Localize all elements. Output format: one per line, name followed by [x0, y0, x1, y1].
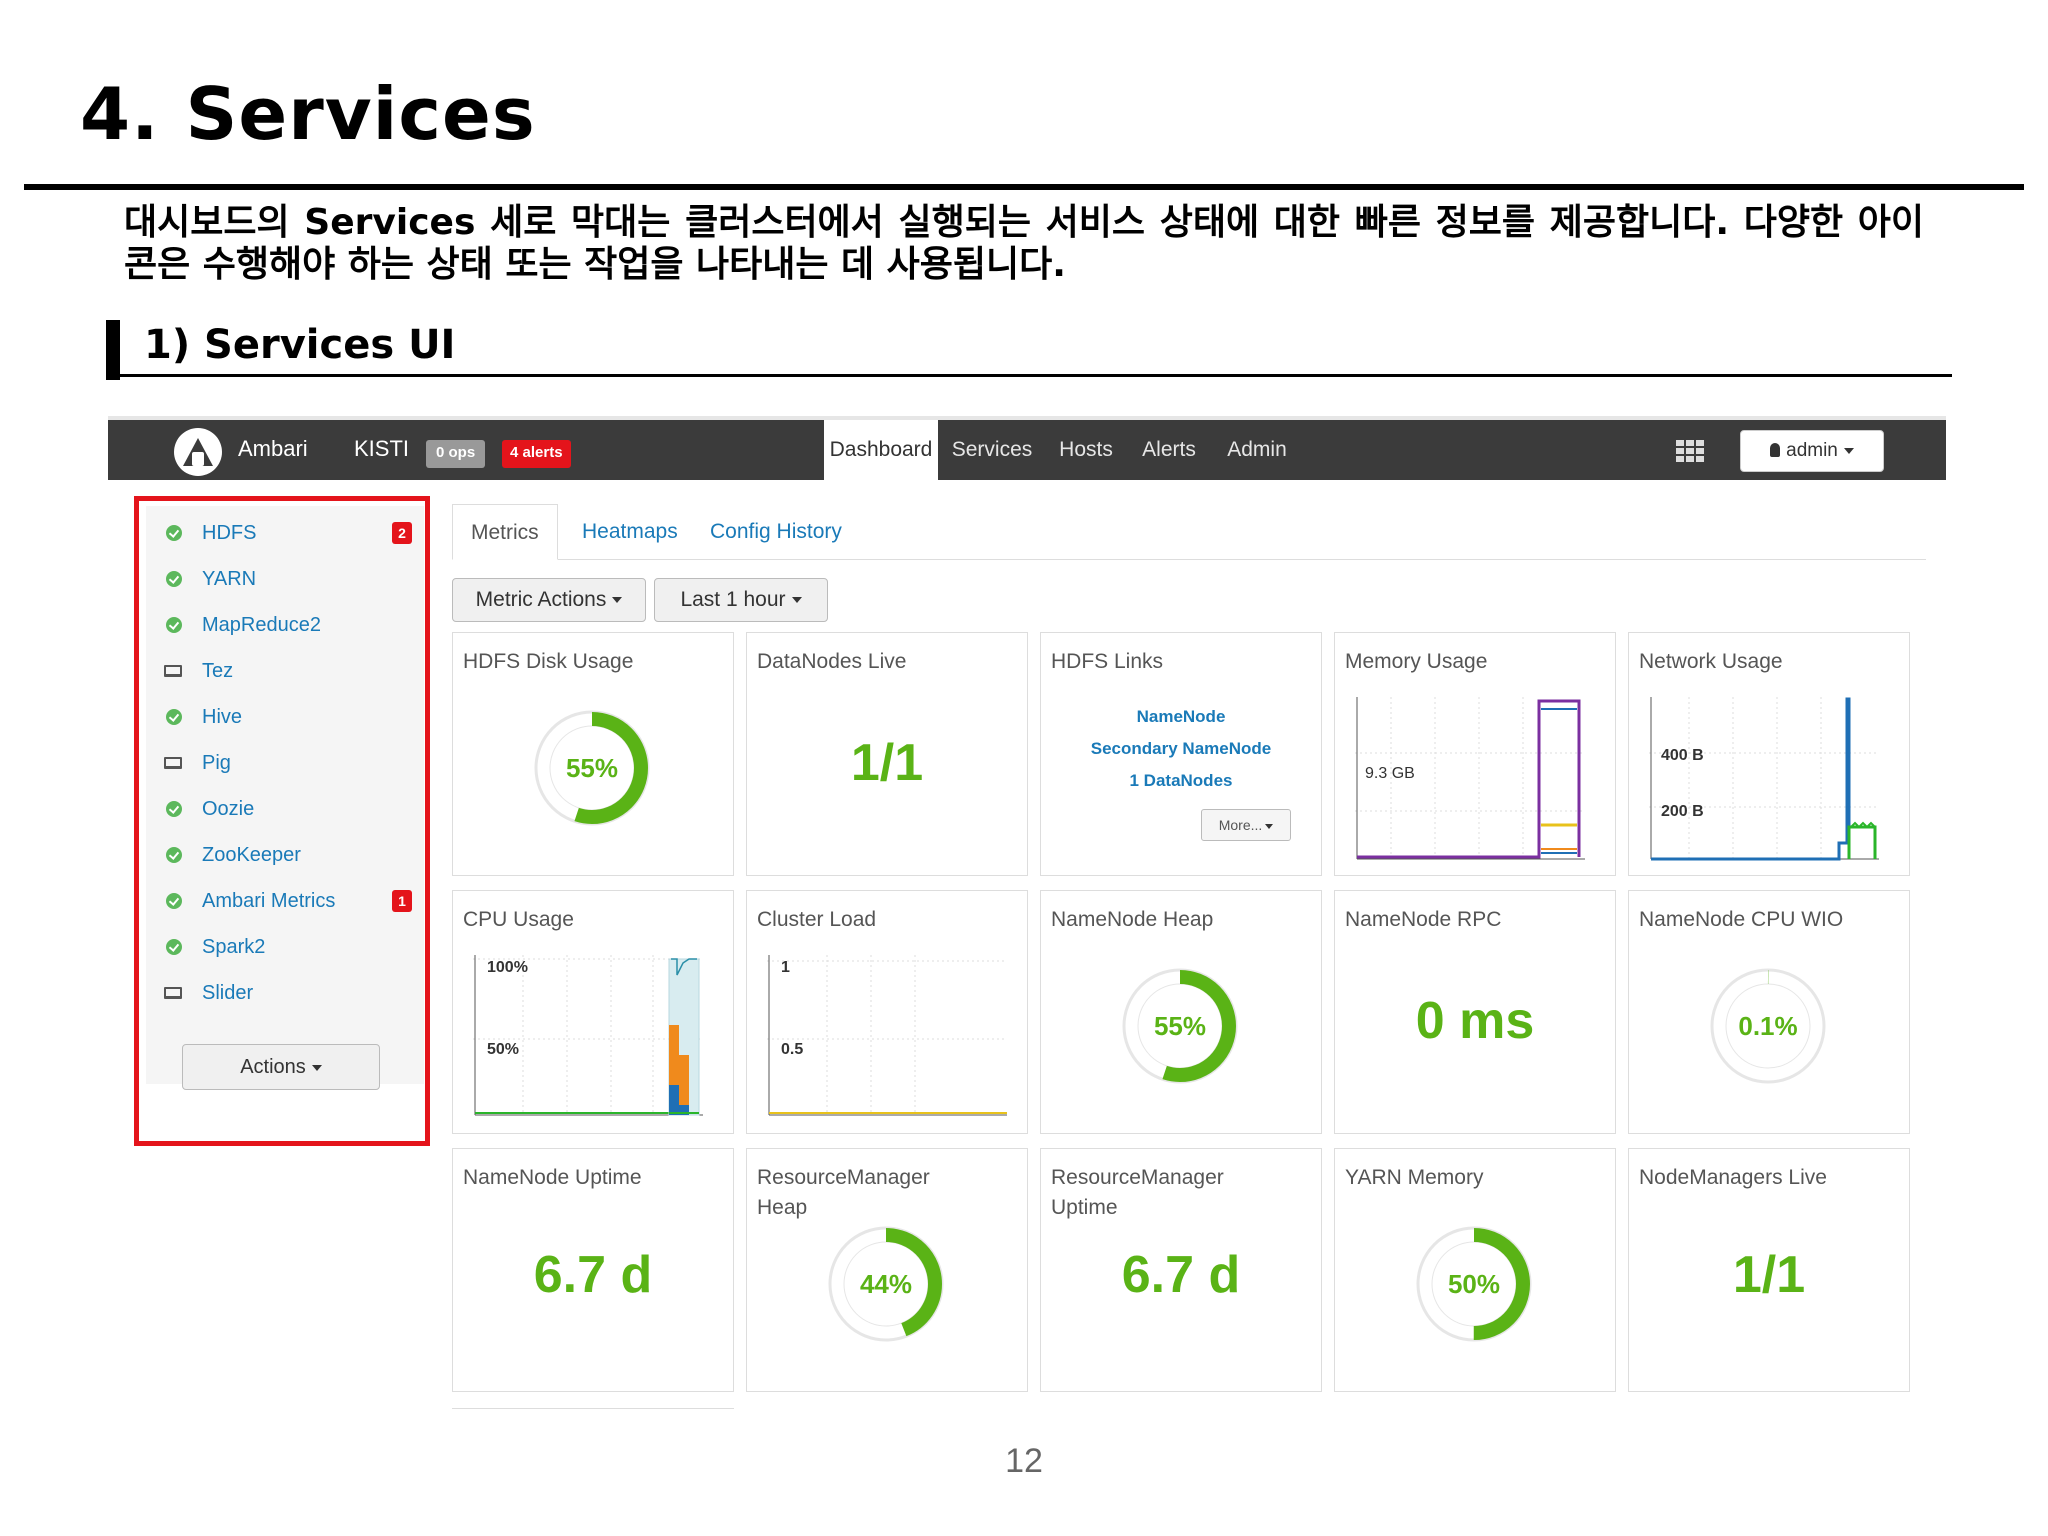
slide-description: 대시보드의 Services 세로 막대는 클러스터에서 실행되는 서비스 상태…: [124, 202, 1924, 285]
donut-chart: 50%: [1416, 1226, 1532, 1342]
tab-admin[interactable]: Admin: [1214, 420, 1300, 480]
content-tabs: Metrics Heatmaps Config History: [452, 504, 1926, 560]
ops-badge[interactable]: 0 ops: [426, 440, 486, 468]
metric-actions-button[interactable]: Metric Actions: [452, 578, 646, 622]
tab-metrics[interactable]: Metrics: [452, 504, 558, 560]
widget-title: NameNode RPC: [1345, 908, 1502, 931]
alerts-badge[interactable]: 4 alerts: [502, 440, 571, 468]
cluster-name[interactable]: KISTI: [354, 436, 409, 462]
memory-usage-graph: [1355, 697, 1585, 860]
chevron-down-icon: [612, 597, 623, 604]
widget-title: NameNode CPU WIO: [1639, 908, 1844, 931]
slide-title: 4. Services: [80, 72, 536, 156]
widget-resourcemanager-uptime[interactable]: ResourceManager Uptime 6.7 d: [1040, 1148, 1322, 1392]
donut-chart: 55%: [534, 710, 650, 826]
widget-cluster-load[interactable]: Cluster Load 1 0.5: [746, 890, 1028, 1134]
widget-value: 6.7 d: [1121, 1246, 1241, 1304]
user-icon: [1770, 443, 1781, 457]
widget-title: HDFS Links: [1051, 650, 1164, 673]
widget-title: Memory Usage: [1345, 650, 1488, 673]
ambari-screenshot: Ambari KISTI 0 ops 4 alerts Dashboard Se…: [108, 416, 1946, 1416]
tab-services[interactable]: Services: [944, 420, 1040, 480]
donut-value: 44%: [860, 1269, 912, 1299]
time-range-button[interactable]: Last 1 hour: [654, 578, 828, 622]
top-navbar: Ambari KISTI 0 ops 4 alerts Dashboard Se…: [108, 416, 1946, 480]
tab-alerts[interactable]: Alerts: [1132, 420, 1206, 480]
section-title: 1) Services UI: [144, 322, 456, 368]
widget-yarn-memory[interactable]: YARN Memory 50%: [1334, 1148, 1616, 1392]
user-label: admin: [1786, 440, 1838, 461]
section-rule: [106, 374, 1952, 377]
widget-title: CPU Usage: [463, 908, 574, 931]
axis-label: 9.3 GB: [1365, 765, 1415, 782]
highlight-box: [134, 496, 430, 1146]
widget-value: 6.7 d: [533, 1246, 653, 1304]
widget-value: 1/1: [850, 734, 924, 792]
page-number: 12: [1005, 1442, 1043, 1480]
widget-namenode-rpc[interactable]: NameNode RPC 0 ms: [1334, 890, 1616, 1134]
widget-title: HDFS Disk Usage: [463, 650, 634, 673]
widget-resourcemanager-heap[interactable]: ResourceManager Heap 44%: [746, 1148, 1028, 1392]
section-marker: [106, 320, 120, 380]
chevron-down-icon: [1843, 447, 1854, 454]
widget-namenode-uptime[interactable]: NameNode Uptime 6.7 d: [452, 1148, 734, 1392]
widget-datanodes-live[interactable]: DataNodes Live 1/1: [746, 632, 1028, 876]
chevron-down-icon: [791, 597, 802, 604]
widget-value: 1/1: [1732, 1246, 1806, 1304]
axis-label: 0.5: [781, 1041, 804, 1058]
axis-label: 1: [781, 959, 790, 976]
slide: 4. Services 대시보드의 Services 세로 막대는 클러스터에서…: [0, 0, 2048, 1536]
donut-chart: 44%: [828, 1226, 944, 1342]
widget-title: Cluster Load: [757, 908, 877, 931]
tab-config-history[interactable]: Config History: [692, 504, 860, 560]
tab-hosts[interactable]: Hosts: [1046, 420, 1126, 480]
donut-value: 50%: [1448, 1269, 1500, 1299]
widget-title: NameNode Uptime: [463, 1166, 642, 1189]
axis-label: 100%: [487, 959, 528, 976]
widget-cpu-usage[interactable]: CPU Usage 100% 50%: [452, 890, 734, 1134]
widget-nodemanagers-live[interactable]: NodeManagers Live 1/1: [1628, 1148, 1910, 1392]
widget-title: Network Usage: [1639, 650, 1783, 673]
tab-dashboard[interactable]: Dashboard: [824, 420, 938, 480]
widget-title: NodeManagers Live: [1639, 1166, 1827, 1189]
network-usage-graph: [1649, 697, 1879, 861]
chevron-down-icon: [1265, 823, 1274, 829]
widget-namenode-cpu-wio[interactable]: NameNode CPU WIO 0.1%: [1628, 890, 1910, 1134]
widget-memory-usage[interactable]: Memory Usage 9.3 GB: [1334, 632, 1616, 876]
next-row-edge: [452, 1408, 734, 1411]
ambari-logo-icon[interactable]: [174, 428, 222, 476]
donut-value: 55%: [1154, 1011, 1206, 1041]
link-namenode[interactable]: NameNode: [1041, 707, 1321, 727]
widget-value: 0 ms: [1415, 992, 1535, 1050]
link-secondary-namenode[interactable]: Secondary NameNode: [1041, 739, 1321, 759]
tab-heatmaps[interactable]: Heatmaps: [564, 504, 696, 560]
widget-title: YARN Memory: [1345, 1166, 1484, 1189]
more-button[interactable]: More...: [1201, 809, 1291, 841]
user-menu-button[interactable]: admin: [1740, 430, 1884, 472]
widget-title: ResourceManager Heap: [757, 1166, 930, 1219]
title-rule: [24, 184, 2024, 190]
axis-label: 200 B: [1661, 803, 1704, 820]
widget-title: DataNodes Live: [757, 650, 907, 673]
widget-network-usage[interactable]: Network Usage 400 B 200 B: [1628, 632, 1910, 876]
axis-label: 400 B: [1661, 747, 1704, 764]
widget-hdfs-links: HDFS Links NameNode Secondary NameNode 1…: [1040, 632, 1322, 876]
brand-name[interactable]: Ambari: [238, 436, 308, 462]
widget-title: NameNode Heap: [1051, 908, 1214, 931]
app-grid-icon[interactable]: [1676, 440, 1704, 462]
axis-label: 50%: [487, 1041, 520, 1058]
donut-chart: 0.1%: [1710, 968, 1826, 1084]
donut-chart: 55%: [1122, 968, 1238, 1084]
widget-namenode-heap[interactable]: NameNode Heap 55%: [1040, 890, 1322, 1134]
donut-value: 55%: [566, 753, 618, 783]
link-datanodes[interactable]: 1 DataNodes: [1041, 771, 1321, 791]
widget-title: ResourceManager Uptime: [1051, 1166, 1224, 1219]
donut-value: 0.1%: [1738, 1011, 1797, 1041]
cluster-load-graph: [767, 955, 1007, 1116]
widget-hdfs-disk-usage[interactable]: HDFS Disk Usage 55%: [452, 632, 734, 876]
